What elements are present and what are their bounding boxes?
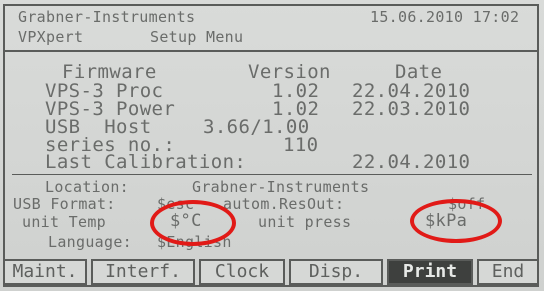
product-name: VPXpert [18, 28, 84, 46]
serial-value: 110 [283, 134, 319, 156]
maint-softkey[interactable]: Maint. [3, 259, 87, 285]
annotation-circle-press [410, 199, 502, 243]
row-date: 22.03.2010 [352, 98, 471, 120]
location-value[interactable]: Grabner-Instruments [192, 180, 369, 195]
calibration-label: Last Calibration: [45, 151, 247, 173]
menu-title: Setup Menu [150, 28, 244, 46]
print-softkey[interactable]: Print [387, 259, 473, 285]
unit-temp-label: unit Temp [22, 213, 106, 231]
interf-softkey[interactable]: Interf. [91, 259, 195, 285]
usb-format-label: USB Format: [13, 195, 116, 213]
resout-label: autom.ResOut: [223, 195, 345, 213]
location-label: Location: [45, 178, 129, 196]
annotation-circle-temp [150, 200, 236, 246]
header-divider [3, 50, 539, 52]
end-softkey[interactable]: End [477, 259, 539, 285]
softkey-bar: Maint. Interf. Clock Disp. Print End [3, 259, 539, 285]
vendor-label: Grabner-Instruments [18, 8, 196, 26]
datetime-readout: 15.06.2010 17:02 [370, 8, 520, 26]
disp-softkey[interactable]: Disp. [289, 259, 383, 285]
section-divider [12, 174, 532, 175]
unit-press-label: unit press [258, 213, 352, 231]
lcd-screen: Grabner-Instruments 15.06.2010 17:02 VPX… [0, 0, 544, 291]
calibration-date: 22.04.2010 [352, 151, 471, 173]
clock-softkey[interactable]: Clock [199, 259, 285, 285]
language-label: Language: [48, 233, 132, 251]
